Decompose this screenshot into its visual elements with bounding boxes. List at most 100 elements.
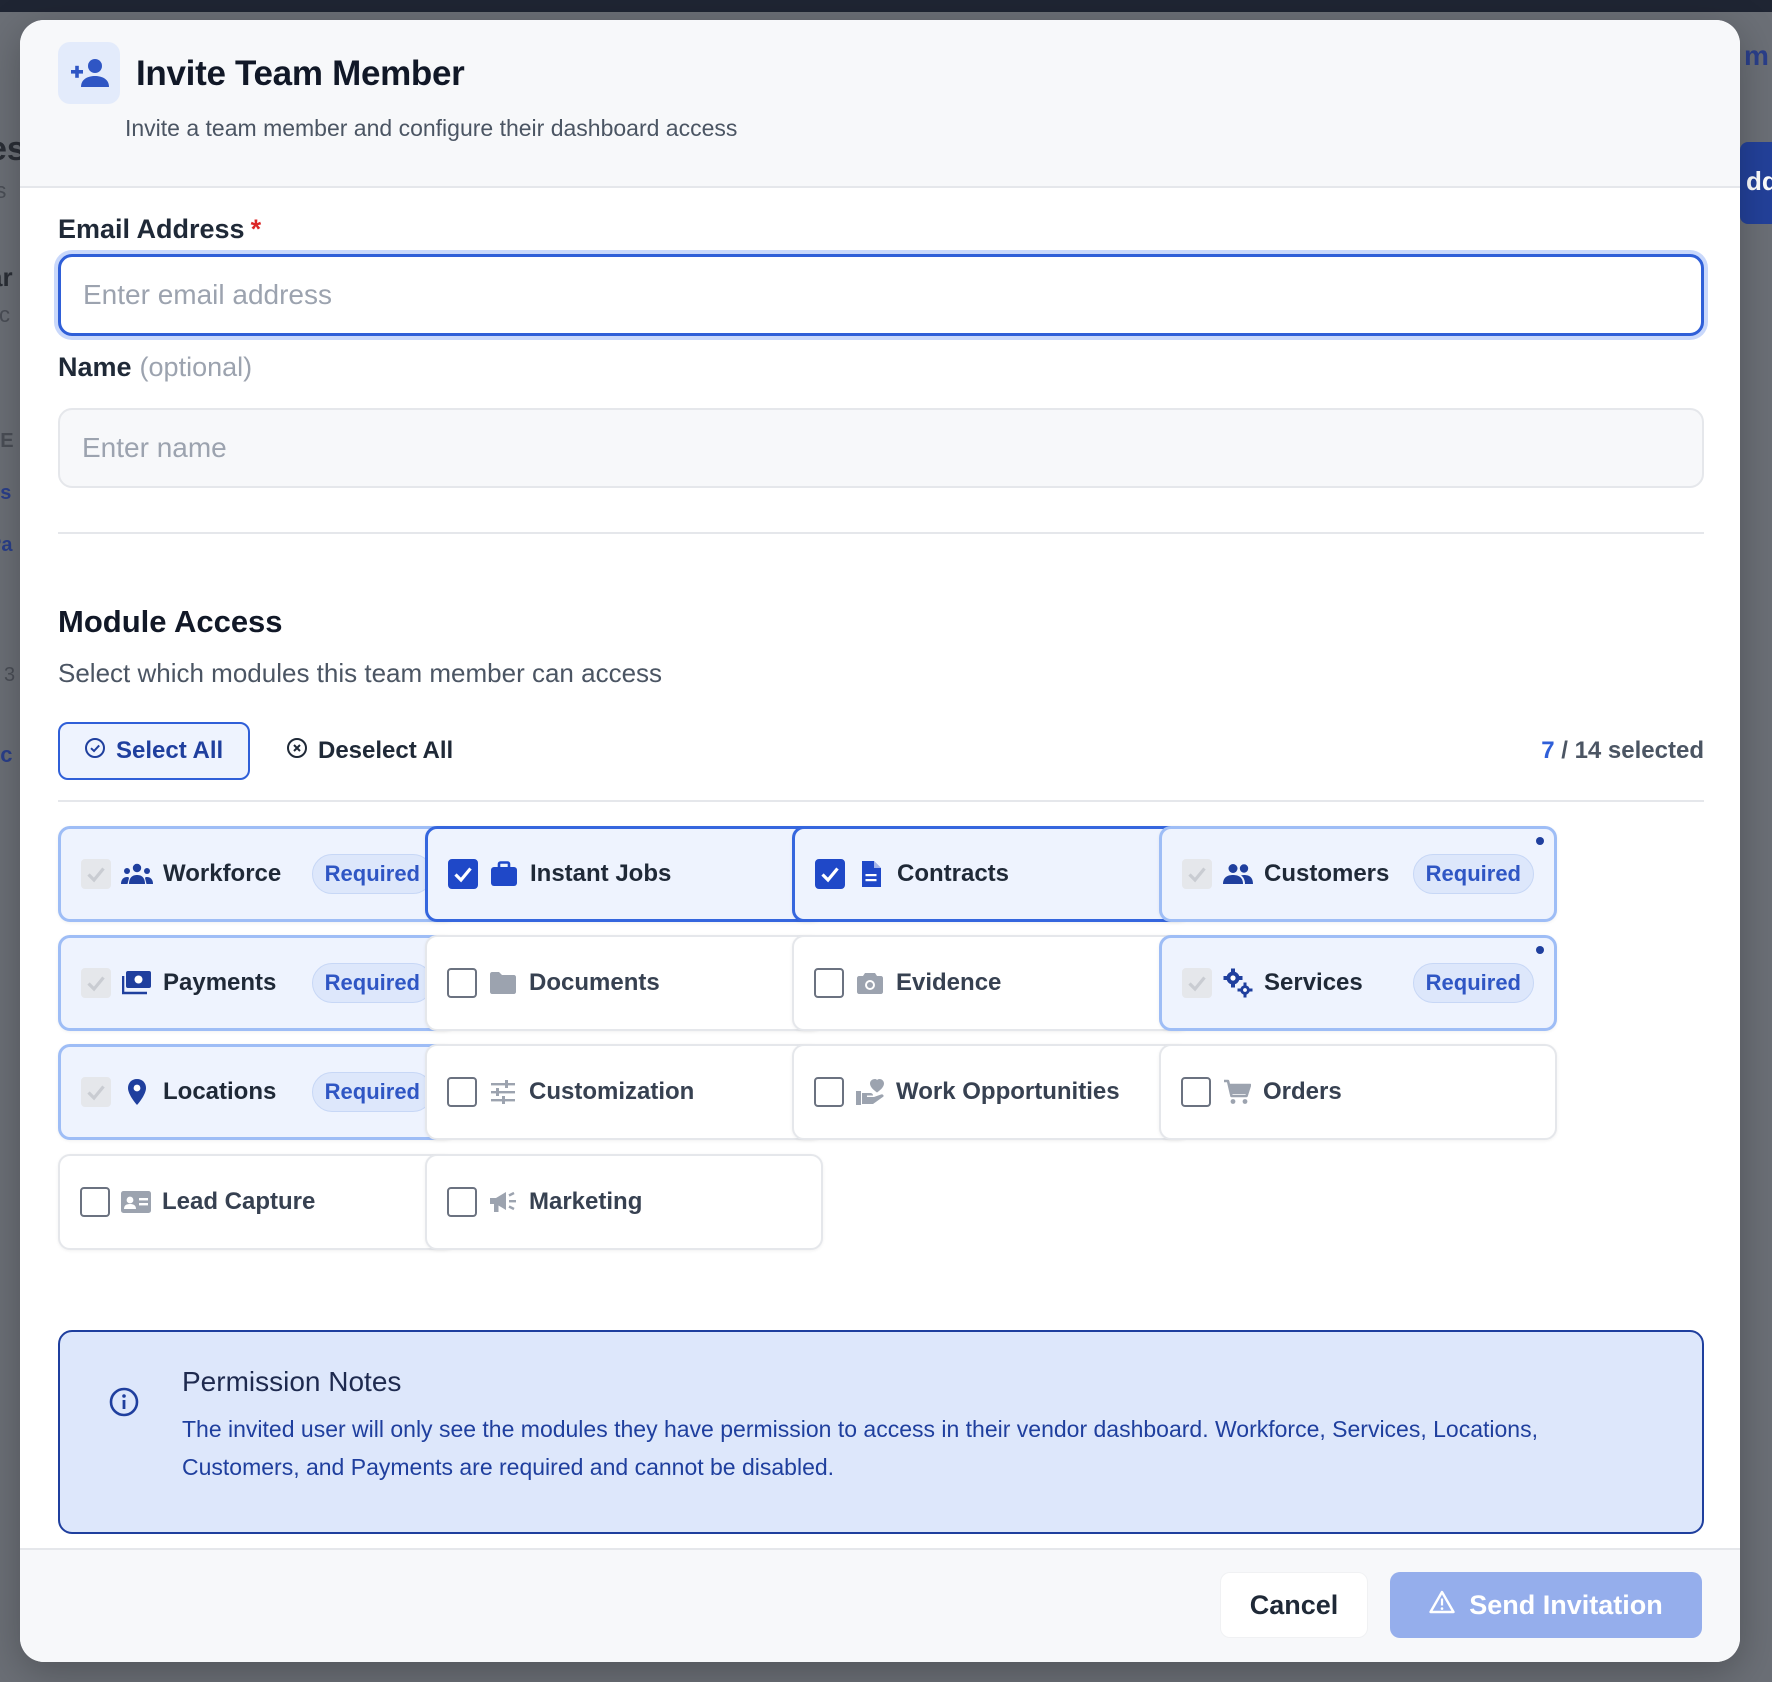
- bg-fragment: cc: [0, 742, 13, 767]
- bg-fragment: rs: [0, 178, 7, 203]
- module-card-contracts[interactable]: Contracts: [792, 826, 1190, 922]
- modal-title: Invite Team Member: [136, 54, 465, 93]
- gears-icon: [1222, 967, 1254, 999]
- background-app-topbar: [0, 0, 1772, 12]
- document-icon: [855, 858, 887, 890]
- bg-fragment: dd: [1746, 166, 1772, 196]
- module-name: Evidence: [896, 969, 1002, 996]
- selected-count: 7 / 14 selected: [1541, 737, 1704, 765]
- required-badge: Required: [311, 854, 433, 894]
- camera-icon: [854, 967, 886, 999]
- grid-divider: [58, 800, 1704, 802]
- module-checkbox[interactable]: [1181, 1077, 1211, 1107]
- module-checkbox[interactable]: [447, 1077, 477, 1107]
- module-name: Lead Capture: [162, 1188, 316, 1215]
- notes-title: Permission Notes: [182, 1366, 402, 1397]
- module-card-payments: Payments Required: [58, 935, 456, 1031]
- people-icon: [1222, 858, 1254, 890]
- name-field[interactable]: [58, 408, 1704, 488]
- name-label-text: Name: [58, 352, 132, 382]
- module-checkbox: [81, 968, 111, 998]
- selected-count-number: 7: [1541, 737, 1555, 764]
- module-checkbox[interactable]: [448, 859, 478, 889]
- module-name: Orders: [1263, 1078, 1342, 1105]
- modal-subtitle: Invite a team member and configure their…: [125, 115, 738, 141]
- bg-add-button: dd: [1740, 142, 1772, 224]
- active-dot: [1536, 946, 1544, 954]
- background-app-left: es rs ar sc LE ns Pa 3 cc: [0, 12, 20, 1682]
- selected-count-total: / 14 selected: [1561, 737, 1704, 764]
- module-name: Contracts: [897, 860, 1010, 887]
- module-checkbox[interactable]: [447, 968, 477, 998]
- module-card-marketing[interactable]: Marketing: [425, 1154, 823, 1250]
- email-field[interactable]: [58, 254, 1704, 336]
- group-icon: [121, 858, 153, 890]
- module-checkbox[interactable]: [814, 1077, 844, 1107]
- module-access-title: Module Access: [58, 604, 283, 639]
- select-all-button[interactable]: Select All: [58, 722, 250, 780]
- email-label-text: Email Address: [58, 214, 245, 244]
- sliders-icon: [487, 1076, 519, 1108]
- module-checkbox: [1182, 859, 1212, 889]
- module-card-documents[interactable]: Documents: [425, 935, 823, 1031]
- send-invitation-button[interactable]: Send Invitation: [1390, 1572, 1702, 1638]
- check-circle-icon: [84, 737, 106, 766]
- module-name: Locations: [163, 1078, 277, 1105]
- module-name: Payments: [163, 969, 277, 996]
- briefcase-icon: [488, 858, 520, 890]
- module-name: Services: [1264, 969, 1363, 996]
- module-card-instant-jobs[interactable]: Instant Jobs: [425, 826, 823, 922]
- name-label: Name (optional): [58, 352, 252, 383]
- x-circle-icon: [286, 737, 308, 766]
- module-name: Work Opportunities: [896, 1078, 1120, 1105]
- required-asterisk: *: [250, 214, 262, 244]
- module-card-customization[interactable]: Customization: [425, 1044, 823, 1140]
- check-icon: [454, 867, 472, 883]
- active-dot: [1536, 837, 1544, 845]
- module-checkbox: [81, 1077, 111, 1107]
- bg-fragment: sc: [0, 302, 10, 327]
- check-icon: [1188, 867, 1206, 883]
- check-icon: [821, 867, 839, 883]
- send-invitation-label: Send Invitation: [1469, 1589, 1663, 1620]
- module-checkbox[interactable]: [80, 1187, 110, 1217]
- bg-fragment: LE: [0, 430, 14, 452]
- volunteer-icon: [854, 1076, 886, 1108]
- module-name: Documents: [529, 969, 660, 996]
- module-card-locations: Locations Required: [58, 1044, 456, 1140]
- invite-modal: Invite Team Member Invite a team member …: [20, 20, 1740, 1662]
- module-access-description: Select which modules this team member ca…: [58, 658, 663, 688]
- bg-fragment: es: [0, 130, 20, 168]
- modal-footer: Cancel Send Invitation: [20, 1548, 1740, 1662]
- bg-fragment: ar: [0, 262, 13, 292]
- check-icon: [87, 1085, 105, 1101]
- deselect-all-button[interactable]: Deselect All: [286, 722, 453, 780]
- module-checkbox[interactable]: [814, 968, 844, 998]
- person-add-icon: [58, 42, 120, 104]
- optional-hint: (optional): [139, 352, 253, 382]
- cancel-button[interactable]: Cancel: [1220, 1572, 1368, 1638]
- info-icon: [108, 1386, 140, 1423]
- module-card-lead-capture[interactable]: Lead Capture: [58, 1154, 456, 1250]
- modal-header: Invite Team Member Invite a team member …: [20, 20, 1740, 188]
- location-pin-icon: [121, 1076, 153, 1108]
- section-divider: [58, 532, 1704, 534]
- module-checkbox[interactable]: [815, 859, 845, 889]
- folder-icon: [487, 967, 519, 999]
- required-badge: Required: [1412, 854, 1534, 894]
- required-badge: Required: [1412, 963, 1534, 1003]
- module-card-work-opportunities[interactable]: Work Opportunities: [792, 1044, 1190, 1140]
- module-name: Customers: [1264, 860, 1390, 887]
- permission-notes: Permission Notes The invited user will o…: [58, 1330, 1704, 1534]
- bg-fragment: ns: [0, 482, 12, 504]
- bg-fragment: Pa: [0, 534, 13, 556]
- module-name: Marketing: [529, 1188, 643, 1215]
- module-card-orders[interactable]: Orders: [1159, 1044, 1557, 1140]
- module-card-services: Services Required: [1159, 935, 1557, 1031]
- module-name: Instant Jobs: [530, 860, 672, 887]
- module-checkbox[interactable]: [447, 1187, 477, 1217]
- bg-fragment: m: [1744, 40, 1769, 71]
- deselect-all-label: Deselect All: [318, 737, 454, 764]
- cart-icon: [1221, 1076, 1253, 1108]
- module-card-evidence[interactable]: Evidence: [792, 935, 1190, 1031]
